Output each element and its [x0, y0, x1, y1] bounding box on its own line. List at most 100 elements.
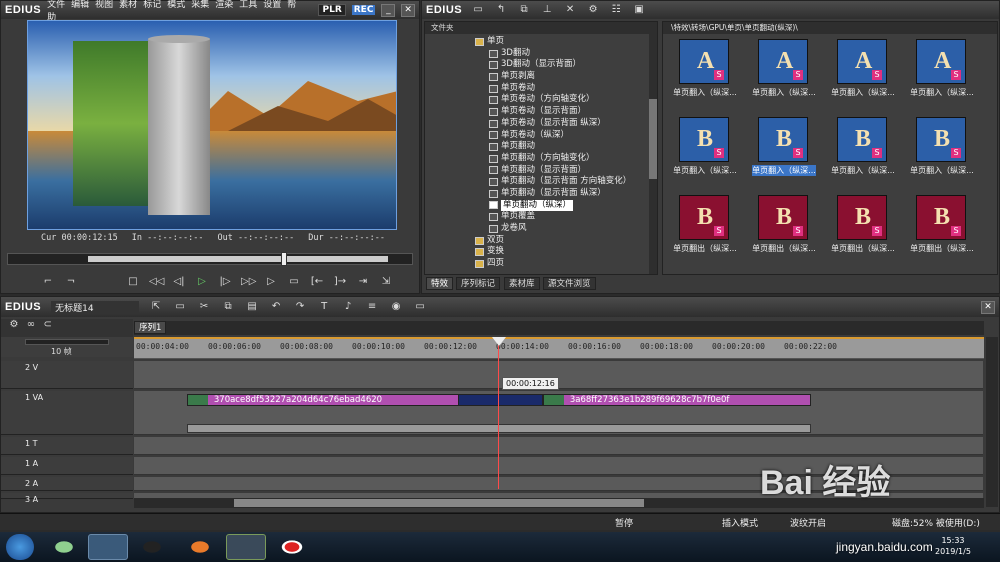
up-icon[interactable]: ↰: [494, 4, 508, 16]
effect-thumbnail[interactable]: B S 单页翻出（纵深...: [831, 195, 895, 253]
menu-item[interactable]: 采集: [191, 0, 209, 10]
export-icon[interactable]: ⇲: [379, 276, 393, 288]
mixer-icon[interactable]: ≡: [365, 301, 379, 313]
menu-item[interactable]: 素材: [119, 0, 137, 10]
effect-thumbnail[interactable]: A S 单页翻入（纵深...: [910, 39, 974, 97]
delete-icon[interactable]: ✕: [563, 4, 577, 16]
library-tab[interactable]: 源文件浏览: [543, 277, 596, 290]
tree-item[interactable]: 单页卷动（显示背面 纵深）: [489, 118, 657, 130]
close-button[interactable]: ✕: [401, 3, 415, 17]
track-header[interactable]: 1 T: [1, 437, 133, 455]
tree-scrollbar[interactable]: [649, 34, 657, 274]
library-tab[interactable]: 素材库: [504, 277, 540, 290]
replace-icon[interactable]: ⇥: [356, 276, 370, 288]
fast-forward-icon[interactable]: ▷▷: [241, 276, 256, 288]
link-icon[interactable]: ∞: [24, 319, 38, 331]
tree-item[interactable]: 龙卷风: [489, 223, 657, 235]
zoom-slider[interactable]: [25, 339, 109, 345]
track-header[interactable]: 1 VA: [1, 391, 133, 435]
preview-frame[interactable]: [27, 20, 397, 230]
new-icon[interactable]: ⧉: [517, 4, 531, 16]
timeline-close-button[interactable]: ✕: [981, 300, 995, 314]
lock-icon[interactable]: ▣: [632, 4, 646, 16]
next-frame-icon[interactable]: |▷: [218, 276, 232, 288]
insert-icon[interactable]: [←: [310, 276, 324, 288]
tree-item[interactable]: 3D翻动: [489, 48, 657, 60]
property-icon[interactable]: ⚙: [586, 4, 600, 16]
tree-item[interactable]: 单页覆盖: [489, 211, 657, 223]
menu-item[interactable]: 文件: [47, 0, 65, 10]
redo-icon[interactable]: ↷: [293, 301, 307, 313]
tree-item[interactable]: 单页翻动（显示背面 方向轴变化）: [489, 176, 657, 188]
scrub-bar[interactable]: [7, 252, 413, 266]
effect-thumbnail[interactable]: A S 单页翻入（纵深...: [673, 39, 737, 97]
mic-icon[interactable]: ♪: [341, 301, 355, 313]
loop-icon[interactable]: ▷: [264, 276, 278, 288]
taskbar-edius-icon[interactable]: [226, 534, 266, 560]
play-icon[interactable]: ▷: [195, 276, 209, 288]
plr-toggle[interactable]: PLR: [318, 4, 346, 16]
menu-item[interactable]: 视图: [95, 0, 113, 10]
overwrite-icon[interactable]: ]→: [333, 276, 347, 288]
tree-item[interactable]: 单页翻动（显示背面 纵深）: [489, 188, 657, 200]
mark-in-icon[interactable]: ⌐: [41, 276, 55, 288]
clip-370ace[interactable]: 370ace8df53227a204d64c76ebad4620: [187, 394, 459, 406]
tree-item[interactable]: 单页卷动（方向轴变化）: [489, 94, 657, 106]
effect-thumbnail[interactable]: B S 单页翻出（纵深...: [673, 195, 737, 253]
taskbar-record-icon[interactable]: [272, 534, 312, 560]
transition-clip[interactable]: [458, 394, 543, 406]
prev-frame-icon[interactable]: ◁|: [172, 276, 186, 288]
tree-item[interactable]: 单页卷动（纵深）: [489, 130, 657, 142]
tree-item[interactable]: 3D翻动（显示背面）: [489, 59, 657, 71]
save-icon[interactable]: ▭: [173, 301, 187, 313]
tree-item[interactable]: 单页卷动（显示背面）: [489, 106, 657, 118]
vertical-scrollbar[interactable]: [986, 337, 998, 507]
sequence-tab[interactable]: 序列1: [134, 321, 167, 334]
output-icon[interactable]: ▭: [287, 276, 301, 288]
taskbar-refresh-icon[interactable]: [44, 534, 84, 560]
playhead-handle[interactable]: [492, 337, 506, 346]
track-header[interactable]: 2 V: [1, 361, 133, 389]
effect-thumbnail[interactable]: A S 单页翻入（纵深...: [831, 39, 895, 97]
tree-item[interactable]: 变换: [475, 246, 657, 258]
tree-item[interactable]: 单页剥离: [489, 71, 657, 83]
track-header[interactable]: 3 A: [1, 493, 133, 504]
start-button[interactable]: [6, 534, 34, 560]
layout-icon[interactable]: ▭: [413, 301, 427, 313]
library-tab[interactable]: 特效: [426, 277, 454, 290]
snap-icon[interactable]: ⊂: [41, 319, 55, 331]
undo-icon[interactable]: ↶: [269, 301, 283, 313]
minimize-button[interactable]: _: [381, 3, 396, 17]
open-icon[interactable]: ⇱: [149, 301, 163, 313]
text-icon[interactable]: T: [317, 301, 331, 313]
apply-icon[interactable]: ⊥: [540, 4, 554, 16]
effect-thumbnail[interactable]: B S 单页翻出（纵深...: [910, 195, 974, 253]
effect-thumbnail[interactable]: B S 单页翻入（纵深...: [673, 117, 737, 175]
track-tool-icon[interactable]: ⚙: [7, 319, 21, 331]
tree-item[interactable]: 单页翻动（纵深）: [489, 199, 657, 212]
mark-out-icon[interactable]: ¬: [64, 276, 78, 288]
effect-thumbnail[interactable]: B S 单页翻入（纵深...: [752, 117, 816, 176]
time-ruler[interactable]: 00:00:04:00 00:00:06:00 00:00:08:00 00:00:1…: [134, 337, 984, 359]
menu-item[interactable]: 模式: [167, 0, 185, 10]
effect-thumbnail[interactable]: B S 单页翻出（纵深...: [752, 195, 816, 253]
rewind-icon[interactable]: ◁◁: [149, 276, 164, 288]
library-tab[interactable]: 序列标记: [456, 277, 501, 290]
tree-item[interactable]: 四页: [475, 258, 657, 270]
scrub-handle[interactable]: [281, 252, 288, 266]
cut-icon[interactable]: ✂: [197, 301, 211, 313]
tree-item[interactable]: 单页: [475, 36, 657, 48]
clock[interactable]: 15:33 2019/1/5: [935, 535, 971, 557]
tree-item[interactable]: 单页卷动: [489, 83, 657, 95]
view-icon[interactable]: ☷: [609, 4, 623, 16]
render-icon[interactable]: ◉: [389, 301, 403, 313]
taskbar-firefox-icon[interactable]: [180, 534, 220, 560]
copy-icon[interactable]: ⧉: [221, 301, 235, 313]
effect-thumbnail[interactable]: A S 单页翻入（纵深...: [752, 39, 816, 97]
menu-item[interactable]: 工具: [239, 0, 257, 10]
track-lane[interactable]: [134, 437, 983, 455]
effect-thumbnail[interactable]: B S 单页翻入（纵深...: [831, 117, 895, 175]
clip-3a68ff[interactable]: 3a68ff27363e1b289f69628c7b7f0e0f: [543, 394, 811, 406]
tree-item[interactable]: 双页: [475, 235, 657, 247]
taskbar-explorer-icon[interactable]: [88, 534, 128, 560]
